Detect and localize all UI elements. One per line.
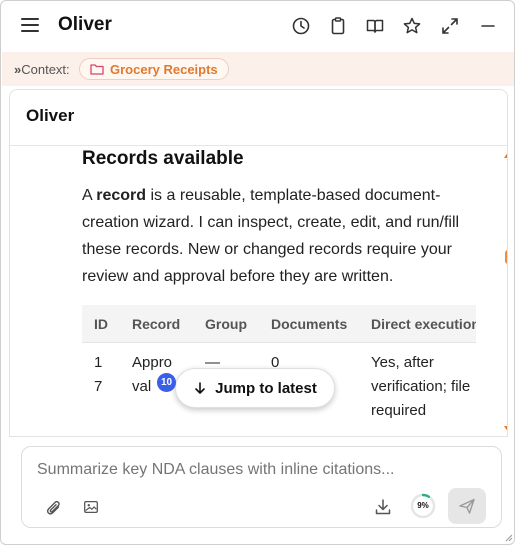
arrow-down-icon [193, 381, 207, 395]
image-icon[interactable] [82, 498, 102, 518]
hamburger-icon[interactable] [21, 18, 39, 34]
unread-count-badge: 10 [157, 373, 176, 392]
scroll-up-arrow[interactable] [504, 152, 507, 158]
download-icon[interactable] [373, 497, 393, 517]
scrollbar-thumb[interactable] [505, 250, 507, 264]
cell-direct-execution: Yes, after verification; file required [371, 354, 471, 419]
column-header-direct-execution: Direct execution [371, 316, 476, 332]
send-icon [458, 497, 476, 515]
records-paragraph: A record is a reusable, template-based d… [82, 187, 460, 285]
clipboard-icon[interactable] [328, 16, 348, 36]
context-usage-label: 9% [417, 501, 429, 510]
column-header-id: ID [94, 316, 108, 332]
section-heading: Records available [82, 148, 244, 169]
resize-grip-icon[interactable] [504, 533, 513, 542]
app-window: Oliver »Context: Grocery Receipts Oliver… [0, 0, 515, 545]
minimize-icon[interactable] [478, 16, 498, 36]
record-term: record [96, 187, 147, 204]
history-icon[interactable] [291, 16, 311, 36]
context-chip-label: Grocery Receipts [110, 61, 218, 77]
paperclip-icon[interactable] [44, 498, 64, 518]
column-header-documents: Documents [271, 316, 348, 332]
send-button[interactable] [448, 488, 486, 524]
book-icon[interactable] [365, 16, 385, 36]
divider [10, 145, 507, 146]
app-title: Oliver [58, 14, 112, 35]
context-chip[interactable]: Grocery Receipts [79, 58, 229, 80]
header: Oliver [1, 1, 514, 51]
panel-title: Oliver [26, 106, 75, 125]
column-header-record: Record [132, 316, 181, 332]
cell-id: 1 7 [94, 354, 103, 395]
column-header-group: Group [205, 316, 247, 332]
table-header: ID Record Group Documents Direct executi… [82, 305, 476, 343]
star-icon[interactable] [402, 16, 422, 36]
expand-icon[interactable] [440, 16, 460, 36]
jump-to-latest-label: Jump to latest [215, 379, 317, 397]
context-label: »Context: [14, 62, 70, 77]
message-input[interactable] [37, 461, 487, 479]
scroll-down-arrow[interactable] [504, 426, 507, 432]
jump-to-latest-button[interactable]: Jump to latest [175, 368, 335, 408]
folder-icon [90, 63, 104, 75]
